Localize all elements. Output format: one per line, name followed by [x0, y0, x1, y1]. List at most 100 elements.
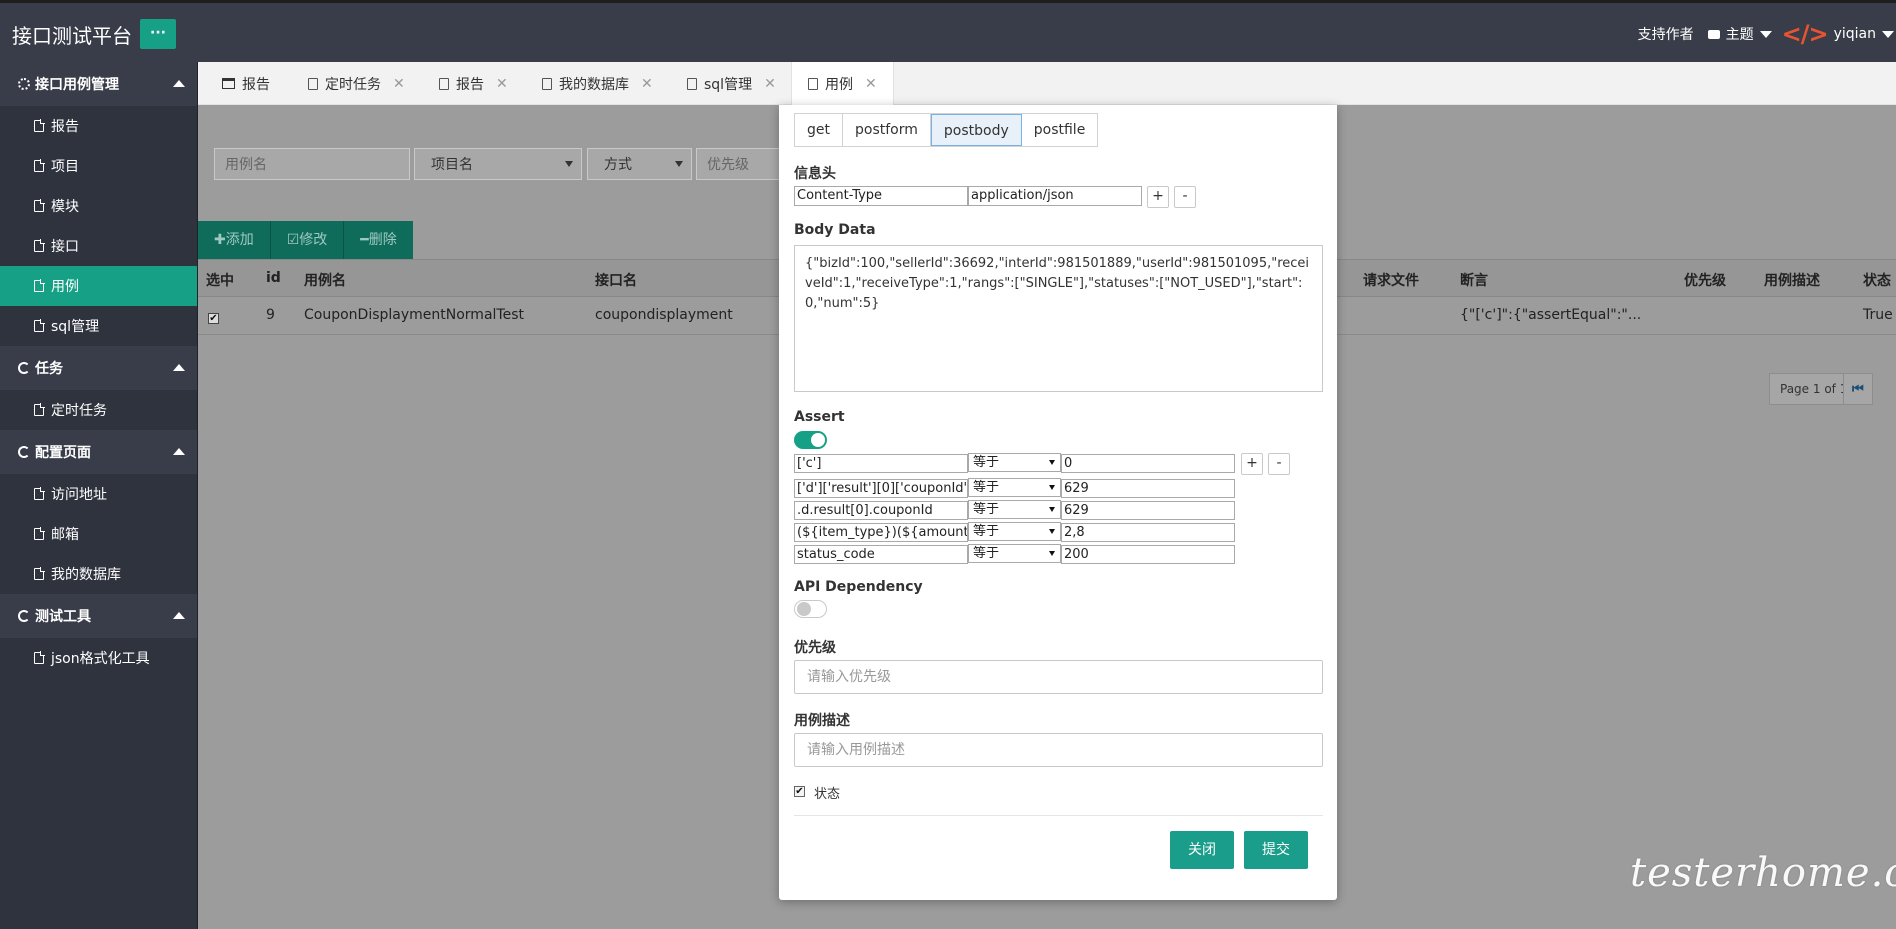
description-label: 用例描述: [794, 713, 850, 729]
sidebar-item-api[interactable]: 接口: [0, 226, 197, 266]
assert-operator-select[interactable]: 等于: [968, 478, 1061, 497]
tab-sql[interactable]: sql管理 ✕: [687, 62, 776, 105]
priority-filter-input[interactable]: 优先级: [696, 148, 779, 180]
tab-report[interactable]: 报告 ✕: [439, 62, 508, 105]
app-title: 接口测试平台: [12, 24, 132, 48]
method-postform-button[interactable]: postform: [843, 114, 931, 146]
file-icon: [34, 119, 45, 132]
column-header-case-name: 用例名: [304, 273, 346, 289]
assert-key-input[interactable]: ['c']: [794, 454, 968, 473]
chevron-up-icon: [173, 612, 185, 619]
assert-key-input[interactable]: ['d']['result'][0]['couponId']: [794, 479, 968, 498]
tab-label: 定时任务: [325, 76, 381, 93]
column-header-selected: 选中: [206, 273, 234, 289]
file-icon: [34, 567, 45, 580]
close-icon[interactable]: ✕: [393, 76, 405, 92]
case-name-filter-input[interactable]: 用例名: [214, 148, 410, 180]
tab-report-home[interactable]: 报告: [222, 62, 270, 105]
assert-operator-select[interactable]: 等于: [968, 453, 1061, 472]
remove-header-button[interactable]: -: [1174, 186, 1196, 208]
sidebar-item-label: 访问地址: [51, 487, 107, 503]
assert-value-input[interactable]: 200: [1061, 545, 1235, 564]
sidebar-item-report[interactable]: 报告: [0, 106, 197, 146]
sidebar-item-project[interactable]: 项目: [0, 146, 197, 186]
file-icon: [808, 78, 818, 90]
add-assert-button[interactable]: +: [1241, 453, 1263, 475]
assert-key-input[interactable]: status_code: [794, 545, 968, 564]
tab-scheduled-task[interactable]: 定时任务 ✕: [308, 62, 405, 105]
sidebar-item-module[interactable]: 模块: [0, 186, 197, 226]
assert-key-input[interactable]: .d.result[0].couponId: [794, 501, 968, 520]
sidebar-group-tools[interactable]: 测试工具: [0, 594, 197, 638]
submit-button[interactable]: 提交: [1244, 831, 1308, 869]
sidebar-item-scheduled-task[interactable]: 定时任务: [0, 390, 197, 430]
chevron-down-icon: [565, 161, 573, 167]
tab-my-database[interactable]: 我的数据库 ✕: [542, 62, 653, 105]
api-dependency-label: API Dependency: [794, 579, 923, 595]
method-filter-select[interactable]: 方式: [587, 148, 692, 180]
header-value-input[interactable]: application/json: [968, 186, 1142, 206]
assert-key-input[interactable]: (${item_type})(${amount}): [794, 523, 968, 542]
method-postfile-button[interactable]: postfile: [1021, 114, 1098, 146]
close-button[interactable]: 关闭: [1170, 831, 1234, 869]
assert-value-input[interactable]: 2,8: [1061, 523, 1235, 542]
first-page-button[interactable]: ⏮: [1843, 373, 1873, 405]
remove-assert-button[interactable]: -: [1268, 453, 1290, 475]
add-button[interactable]: ✚添加: [198, 221, 271, 259]
body-data-textarea[interactable]: {"bizId":100,"sellerId":36692,"interId":…: [794, 245, 1323, 392]
sidebar-item-my-database[interactable]: 我的数据库: [0, 554, 197, 594]
menu-toggle-button[interactable]: ···: [140, 19, 176, 49]
sidebar-item-json-formatter[interactable]: json格式化工具: [0, 638, 197, 678]
toolbar-button-group: ✚添加 ☑修改 ━删除: [198, 221, 413, 259]
theme-label: 主题: [1725, 27, 1754, 43]
user-menu[interactable]: </> yiqian: [1782, 20, 1894, 48]
assert-value-input[interactable]: 0: [1061, 454, 1235, 473]
sidebar-item-case[interactable]: 用例: [0, 266, 197, 306]
sidebar: 接口用例管理 报告 项目 模块 接口 用例 sql管理 任务 定时任务 配置页面…: [0, 62, 198, 929]
description-input[interactable]: 请输入用例描述: [794, 733, 1323, 767]
edit-button[interactable]: ☑修改: [271, 221, 345, 259]
header-key-input[interactable]: Content-Type: [794, 186, 968, 206]
theme-menu[interactable]: 主题: [1707, 24, 1772, 44]
sidebar-group-case-management[interactable]: 接口用例管理: [0, 62, 197, 106]
priority-input[interactable]: 请输入优先级: [794, 660, 1323, 694]
assert-value-input[interactable]: 629: [1061, 479, 1235, 498]
sidebar-item-sql[interactable]: sql管理: [0, 306, 197, 346]
column-header-assert: 断言: [1460, 273, 1488, 289]
project-filter-value: 项目名: [431, 157, 473, 173]
method-postbody-button[interactable]: postbody: [930, 114, 1022, 146]
api-dependency-toggle[interactable]: [794, 600, 827, 618]
user-name: yiqian: [1833, 26, 1876, 42]
assert-operator-select[interactable]: 等于: [968, 500, 1061, 519]
close-icon[interactable]: ✕: [641, 76, 653, 92]
sidebar-group-config[interactable]: 配置页面: [0, 430, 197, 474]
row-checkbox[interactable]: ✔: [208, 313, 219, 324]
method-get-button[interactable]: get: [795, 114, 843, 146]
file-icon: [34, 279, 45, 292]
top-right-menu: 支持作者 主题 </> yiqian: [1638, 3, 1896, 65]
assert-value-input[interactable]: 629: [1061, 501, 1235, 520]
sidebar-item-label: json格式化工具: [51, 651, 150, 667]
tab-label: 我的数据库: [559, 76, 629, 93]
sidebar-group-task[interactable]: 任务: [0, 346, 197, 390]
close-icon[interactable]: ✕: [496, 76, 508, 92]
sidebar-item-address[interactable]: 访问地址: [0, 474, 197, 514]
sidebar-item-email[interactable]: 邮箱: [0, 514, 197, 554]
column-header-status: 状态: [1863, 273, 1891, 289]
tab-bar: 报告 定时任务 ✕ 报告 ✕ 我的数据库 ✕ sql管理 ✕ 用例 ✕: [198, 62, 1896, 106]
add-header-button[interactable]: +: [1147, 186, 1169, 208]
status-checkbox[interactable]: ✔: [794, 786, 805, 797]
delete-button[interactable]: ━删除: [344, 221, 412, 259]
close-icon[interactable]: ✕: [865, 76, 877, 92]
project-filter-select[interactable]: 项目名: [414, 148, 582, 180]
column-header-request-file: 请求文件: [1363, 273, 1419, 289]
close-icon[interactable]: ✕: [764, 76, 776, 92]
assert-operator-select[interactable]: 等于: [968, 522, 1061, 541]
tab-case[interactable]: 用例 ✕: [791, 62, 894, 106]
sidebar-item-label: 报告: [51, 119, 79, 135]
priority-placeholder: 请输入优先级: [807, 669, 891, 685]
assert-operator-select[interactable]: 等于: [968, 544, 1061, 563]
tab-label: 报告: [456, 76, 484, 93]
support-author-link[interactable]: 支持作者: [1638, 24, 1694, 44]
assert-toggle[interactable]: [794, 431, 827, 449]
